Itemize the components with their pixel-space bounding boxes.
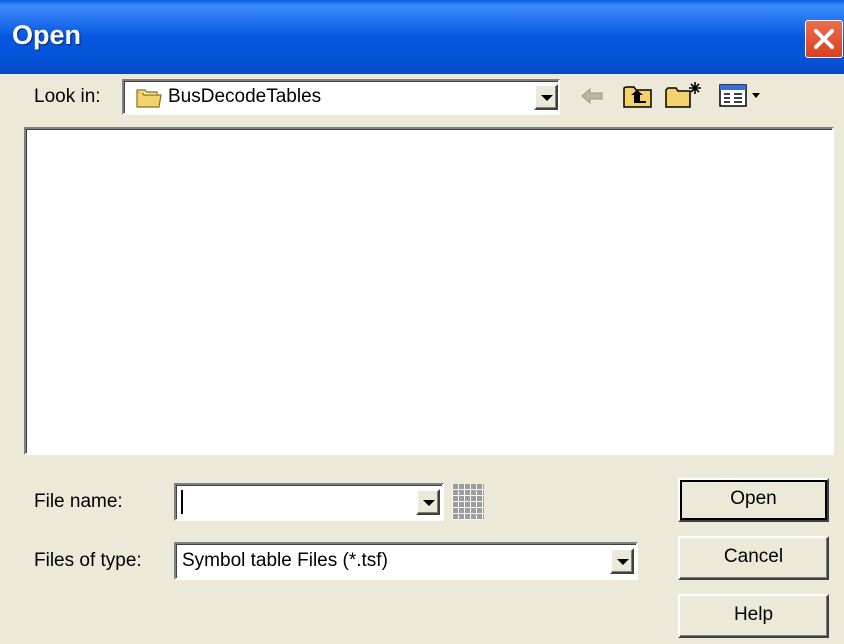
- lookin-dropdown-button[interactable]: [534, 84, 558, 110]
- filename-label: File name:: [34, 491, 123, 512]
- cancel-button[interactable]: Cancel: [678, 536, 829, 580]
- chevron-down-icon: [617, 559, 629, 565]
- view-menu-icon[interactable]: [718, 82, 764, 108]
- close-icon: [814, 29, 834, 49]
- lookin-dropdown[interactable]: BusDecodeTables: [122, 79, 560, 115]
- filetype-label: Files of type:: [34, 550, 142, 571]
- file-list[interactable]: [24, 127, 834, 455]
- open-button-label: Open: [730, 488, 777, 509]
- text-caret: [181, 490, 183, 514]
- help-button-label: Help: [733, 604, 774, 625]
- title-bar[interactable]: Open: [0, 0, 844, 74]
- folder-icon: [136, 89, 162, 108]
- chevron-down-icon: [423, 500, 435, 506]
- cancel-button-label: Cancel: [723, 546, 784, 567]
- back-arrow-icon[interactable]: [580, 86, 606, 106]
- close-button[interactable]: [805, 20, 843, 58]
- window-title: Open: [12, 20, 82, 50]
- up-folder-icon[interactable]: [622, 82, 654, 110]
- filename-dropdown-button[interactable]: [416, 489, 440, 515]
- chevron-down-icon: [541, 95, 553, 101]
- filetype-select[interactable]: Symbol table Files (*.tsf): [174, 542, 638, 580]
- new-folder-icon[interactable]: [664, 80, 704, 110]
- help-button[interactable]: Help: [678, 594, 829, 638]
- open-button[interactable]: Open: [678, 478, 829, 522]
- filename-input[interactable]: [174, 483, 444, 521]
- lookin-label: Look in:: [34, 86, 101, 107]
- filetype-dropdown-button[interactable]: [610, 548, 634, 574]
- grid-icon: [452, 484, 484, 520]
- lookin-value: BusDecodeTables: [168, 86, 322, 107]
- open-dialog: Open Look in: BusDecodeTables File name:…: [0, 0, 844, 644]
- filetype-value: Symbol table Files (*.tsf): [182, 550, 388, 571]
